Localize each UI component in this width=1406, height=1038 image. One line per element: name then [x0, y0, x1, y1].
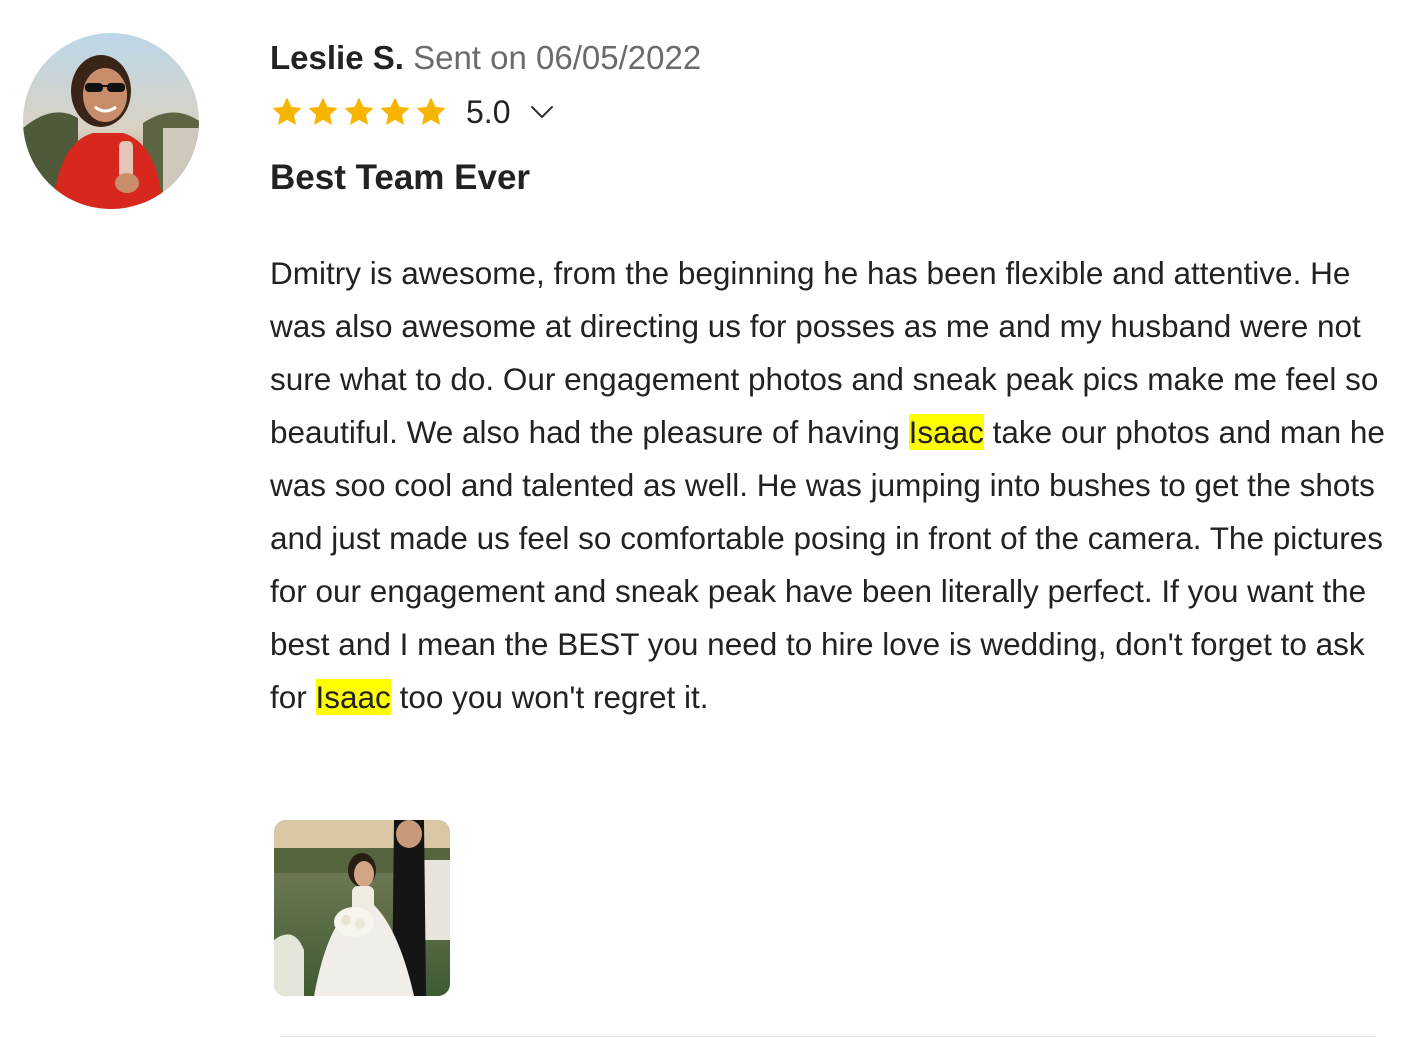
review-body: Dmitry is awesome, from the beginning he… [270, 247, 1390, 724]
rating-row: 5.0 [270, 90, 1390, 134]
review-text: take our photos and man he was soo cool … [270, 414, 1385, 715]
review-divider [280, 1036, 1376, 1037]
highlighted-name: Isaac [315, 679, 391, 715]
star-icon [414, 95, 448, 129]
review-header: Leslie S. Sent on 06/05/2022 [270, 36, 1390, 80]
rating-expand-button[interactable] [530, 105, 554, 119]
review-text: too you won't regret it. [390, 679, 709, 715]
star-icon [378, 95, 412, 129]
review-title: Best Team Ever [270, 158, 531, 197]
chevron-down-icon [531, 106, 554, 118]
reviewer-avatar[interactable] [23, 33, 199, 209]
review-photo-thumbnail[interactable] [274, 820, 450, 996]
review-card: Leslie S. Sent on 06/05/2022 5.0 Best Te… [0, 0, 1406, 1038]
highlighted-name: Isaac [908, 414, 984, 450]
sent-date: Sent on 06/05/2022 [413, 39, 702, 76]
star-icon [342, 95, 376, 129]
review-content: Leslie S. Sent on 06/05/2022 5.0 Best Te… [270, 36, 1390, 724]
wedding-photo-icon [274, 820, 450, 996]
star-icon [270, 95, 304, 129]
reviewer-name[interactable]: Leslie S. [270, 39, 404, 76]
star-rating [270, 95, 448, 129]
star-icon [306, 95, 340, 129]
avatar-photo-icon [23, 33, 199, 209]
rating-value: 5.0 [466, 93, 511, 130]
